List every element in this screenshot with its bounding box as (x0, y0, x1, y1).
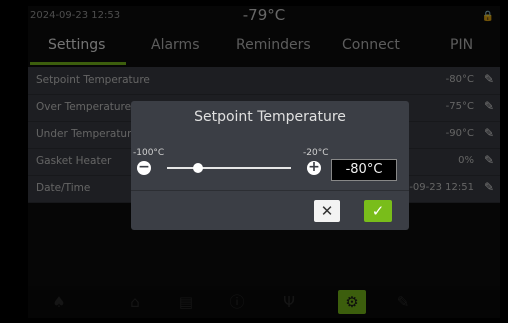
slider-min-label: -100°C (133, 148, 165, 158)
dialog-divider (131, 190, 409, 191)
cancel-button[interactable]: ✕ (314, 200, 340, 222)
setpoint-dialog: Setpoint Temperature -100°C -20°C − + -8… (131, 101, 409, 230)
confirm-button[interactable]: ✓ (364, 200, 392, 222)
increment-button[interactable]: + (307, 160, 321, 175)
decrement-button[interactable]: − (137, 160, 151, 175)
device-screen: 2024-09-23 12:53 -79°C 🔒 Settings Alarms… (28, 6, 500, 318)
dialog-title: Setpoint Temperature (194, 109, 346, 125)
slider-track[interactable] (167, 167, 291, 169)
setpoint-value-field[interactable]: -80°C (331, 159, 397, 181)
slider-knob[interactable] (193, 163, 203, 173)
slider-max-label: -20°C (303, 148, 329, 158)
